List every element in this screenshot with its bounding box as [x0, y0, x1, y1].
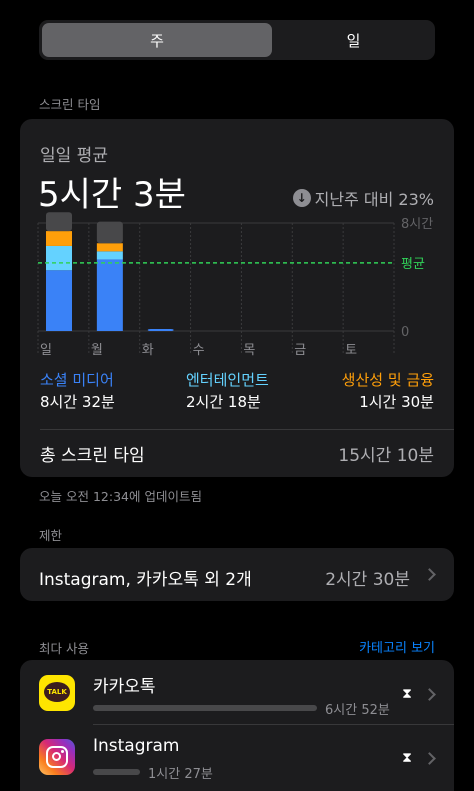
category-value-productivity: 1시간 30분	[359, 393, 434, 411]
bar-segment	[96, 221, 123, 244]
chevron-right-icon	[423, 752, 436, 765]
app-name: Instagram	[93, 736, 180, 756]
usage-time: 1시간 27분	[148, 767, 213, 782]
bar-segment	[147, 328, 174, 331]
app-name: 카카오톡	[93, 677, 156, 697]
x-tick-label: 월	[91, 343, 103, 358]
total-screen-time-label: 총 스크린 타임	[40, 446, 145, 466]
screen-time-card[interactable]: 일일 평균 5시간 3분 ↓ 지난주 대비 23% 일 월 화 수 목 금 토 평균 0 8시간 …	[20, 119, 454, 477]
bar-segment	[46, 245, 72, 271]
category-value-entertainment: 2시간 18분	[186, 393, 261, 411]
x-tick-label: 수	[193, 343, 205, 358]
total-screen-time-value: 15시간 10분	[338, 446, 434, 466]
category-label-productivity: 생산성 및 금융	[341, 371, 434, 389]
limits-title: Instagram, 카카오톡 외 2개	[39, 570, 252, 590]
usage-time: 6시간 52분	[325, 703, 390, 718]
category-label-entertainment: 엔터테인먼트	[186, 371, 269, 389]
show-categories-link[interactable]: 카테고리 보기	[359, 637, 435, 656]
x-tick-label: 금	[294, 343, 306, 358]
bar-segment	[96, 251, 123, 260]
screen-time-header: 스크린 타임	[39, 97, 101, 112]
bar-segment	[46, 231, 72, 246]
x-tick-label: 일	[40, 343, 52, 358]
usage-bar	[93, 705, 317, 711]
y-tick-label: 0	[401, 325, 409, 340]
week-comparison-text: 지난주 대비 23%	[314, 190, 434, 209]
limits-header: 제한	[39, 528, 63, 543]
bar-segment	[46, 212, 72, 232]
daily-average-label: 일일 평균	[40, 146, 108, 166]
instagram-app-icon	[39, 739, 75, 775]
arrow-down-circle-icon: ↓	[292, 189, 311, 207]
period-segmented-control: 주 일	[39, 20, 435, 60]
card-divider	[40, 429, 454, 430]
most-used-header: 최다 사용	[39, 641, 89, 656]
x-tick-label: 토	[345, 343, 357, 358]
bar-segment	[96, 243, 123, 252]
limits-value: 2시간 30분	[325, 570, 410, 590]
week-comparison: ↓ 지난주 대비 23%	[292, 186, 434, 210]
updated-timestamp: 오늘 오전 12:34에 업데이트됨	[39, 489, 202, 504]
camera-glyph-icon	[46, 746, 68, 768]
limits-row[interactable]: Instagram, 카카오톡 외 2개 2시간 30분	[20, 548, 454, 601]
x-tick-label: 화	[142, 343, 154, 358]
weekly-usage-chart: 일 월 화 수 목 금 토 평균 0 8시간	[37, 212, 433, 358]
bar-segment	[46, 270, 72, 331]
app-row-kakaotalk[interactable]: TALK 카카오톡 6시간 52분 ⧗	[20, 660, 454, 724]
segment-week[interactable]: 주	[42, 23, 272, 57]
kakaotalk-app-icon: TALK	[39, 675, 75, 711]
average-label: 평균	[401, 257, 425, 272]
segment-day[interactable]: 일	[275, 23, 432, 57]
hourglass-icon: ⧗	[402, 686, 412, 702]
y-tick-label: 8시간	[401, 217, 433, 232]
category-value-social: 8시간 32분	[40, 393, 115, 411]
kakaotalk-logo-text: TALK	[44, 682, 70, 702]
usage-bar	[93, 769, 140, 775]
category-label-social: 소셜 미디어	[40, 371, 114, 389]
hourglass-icon: ⧗	[402, 750, 412, 766]
most-used-list: TALK 카카오톡 6시간 52분 ⧗ Instagram 1시간 27분 ⧗	[20, 660, 454, 791]
app-row-instagram[interactable]: Instagram 1시간 27분 ⧗	[20, 724, 454, 788]
chevron-right-icon	[423, 688, 436, 701]
bar-segment	[96, 259, 123, 331]
chevron-right-icon	[423, 568, 436, 581]
x-tick-label: 목	[243, 343, 255, 358]
